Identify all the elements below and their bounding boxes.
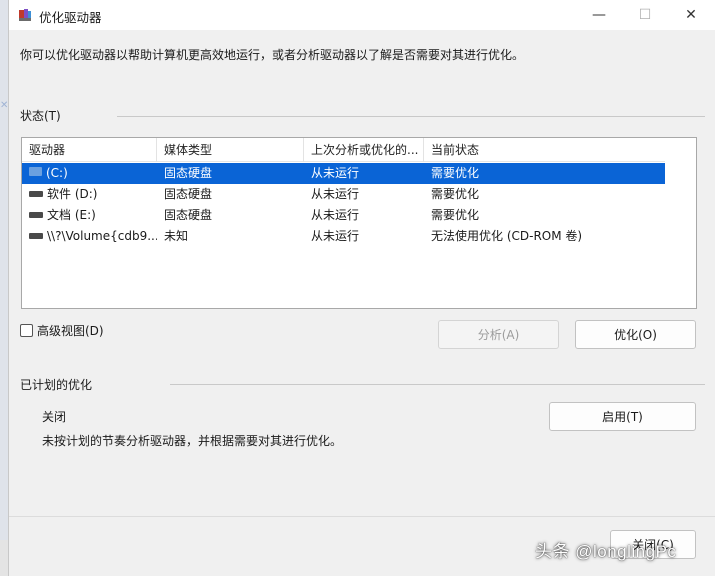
- drive-icon: [29, 190, 43, 197]
- current-status-cell: 需要优化: [431, 208, 480, 222]
- drive-row-d[interactable]: 软件 (D:) 固态硬盘 从未运行 需要优化: [22, 184, 665, 205]
- media-type-cell: 固态硬盘: [164, 166, 213, 180]
- current-status-cell: 无法使用优化 (CD-ROM 卷): [431, 229, 583, 243]
- drive-row-e[interactable]: 文档 (E:) 固态硬盘 从未运行 需要优化: [22, 205, 665, 226]
- defrag-app-icon: [19, 9, 31, 21]
- drive-name: 文档 (E:): [47, 208, 96, 222]
- media-type-cell: 固态硬盘: [164, 187, 213, 201]
- column-header-current-status[interactable]: 当前状态: [424, 138, 665, 162]
- drive-name-cell: \\?\Volume{cdb9...: [22, 226, 157, 247]
- optimize-drives-window: 优化驱动器 — ☐ ✕ 你可以优化驱动器以帮助计算机更高效地运行，或者分析驱动器…: [8, 0, 715, 576]
- drive-name-cell: 文档 (E:): [22, 205, 157, 226]
- drive-row-volume[interactable]: \\?\Volume{cdb9... 未知 从未运行 无法使用优化 (CD-RO…: [22, 226, 665, 247]
- scheduled-group-divider: [170, 384, 705, 385]
- drives-list-header: 驱动器 媒体类型 上次分析或优化的... 当前状态: [22, 138, 665, 162]
- schedule-description: 未按计划的节奏分析驱动器，并根据需要对其进行优化。: [42, 434, 343, 448]
- media-type-cell: 固态硬盘: [164, 208, 213, 222]
- advanced-view-checkbox[interactable]: 高级视图(D): [20, 322, 104, 339]
- status-group-label: 状态(T): [20, 109, 61, 123]
- column-header-media-type[interactable]: 媒体类型: [157, 138, 304, 162]
- close-window-button[interactable]: ✕: [668, 0, 714, 30]
- window-client-area: 你可以优化驱动器以帮助计算机更高效地运行，或者分析驱动器以了解是否需要对其进行优…: [9, 30, 715, 576]
- schedule-status: 关闭: [42, 410, 67, 424]
- column-header-drive[interactable]: 驱动器: [22, 138, 157, 162]
- drive-name-cell: (C:): [22, 163, 157, 184]
- drive-icon: [29, 211, 43, 218]
- window-title: 优化驱动器: [39, 10, 102, 25]
- last-run-cell: 从未运行: [311, 229, 360, 243]
- optimize-button[interactable]: 优化(O): [575, 320, 696, 349]
- drive-name: \\?\Volume{cdb9...: [47, 229, 157, 243]
- scheduled-group-label: 已计划的优化: [20, 378, 93, 392]
- last-run-cell: 从未运行: [311, 187, 360, 201]
- enable-schedule-button[interactable]: 启用(T): [549, 402, 696, 431]
- title-bar[interactable]: 优化驱动器 — ☐ ✕: [9, 0, 715, 30]
- last-run-cell: 从未运行: [311, 208, 360, 222]
- minimize-button[interactable]: —: [576, 0, 622, 30]
- drive-name-cell: 软件 (D:): [22, 184, 157, 205]
- drives-list[interactable]: 驱动器 媒体类型 上次分析或优化的... 当前状态 (C:) 固态硬盘 从未运行…: [21, 137, 697, 309]
- intro-text: 你可以优化驱动器以帮助计算机更高效地运行，或者分析驱动器以了解是否需要对其进行优…: [20, 48, 525, 62]
- drive-name: (C:): [46, 166, 68, 180]
- drive-name: 软件 (D:): [47, 187, 98, 201]
- advanced-view-label: 高级视图(D): [37, 324, 104, 338]
- column-header-last-run[interactable]: 上次分析或优化的...: [304, 138, 424, 162]
- drive-row-c[interactable]: (C:) 固态硬盘 从未运行 需要优化: [22, 163, 665, 184]
- drive-icon: [29, 232, 43, 239]
- checkbox-box[interactable]: [20, 324, 33, 337]
- watermark-text: 头条 @longlingPc: [535, 542, 677, 561]
- status-group-divider: [117, 116, 705, 117]
- last-run-cell: 从未运行: [311, 166, 360, 180]
- current-status-cell: 需要优化: [431, 187, 480, 201]
- maximize-button[interactable]: ☐: [622, 0, 668, 30]
- analyze-button[interactable]: 分析(A): [438, 320, 559, 349]
- media-type-cell: 未知: [164, 229, 189, 243]
- system-drive-icon: [29, 167, 42, 176]
- current-status-cell: 需要优化: [431, 166, 480, 180]
